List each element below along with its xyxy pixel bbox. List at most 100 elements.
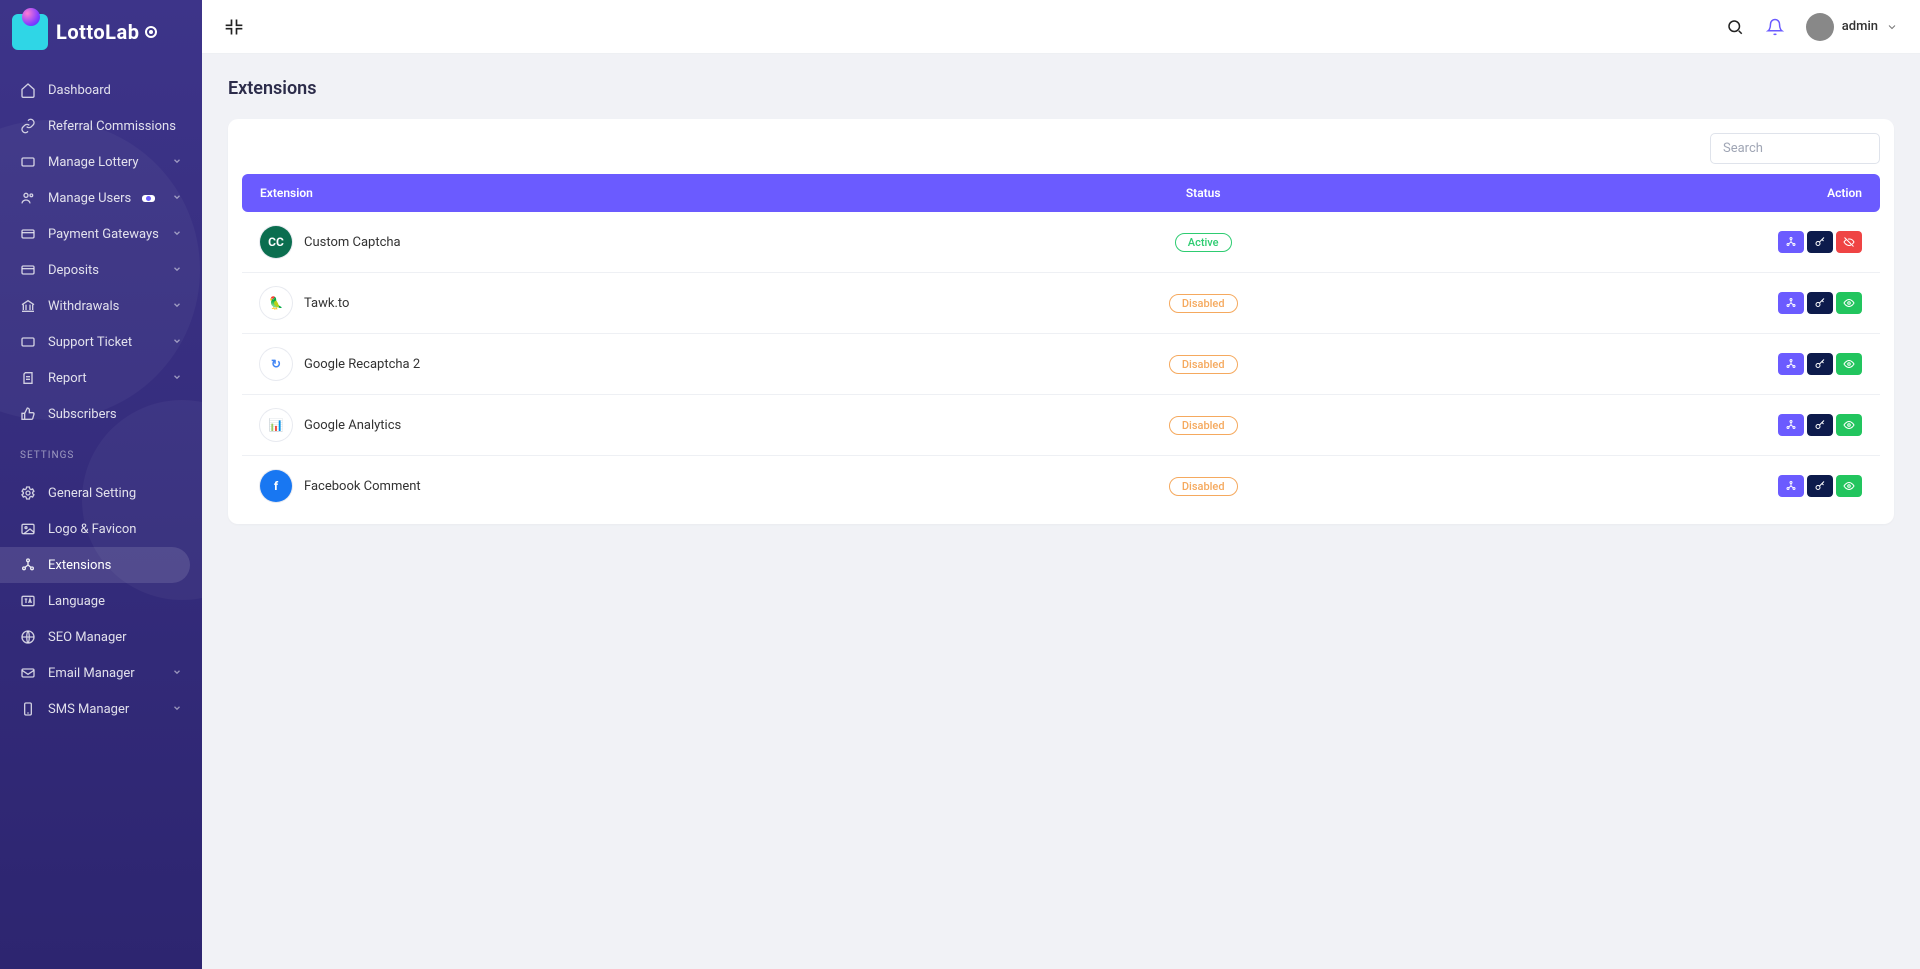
sidebar-item-label: Extensions xyxy=(48,558,111,573)
sidebar-item-report[interactable]: Report xyxy=(0,360,202,396)
extension-icon: f xyxy=(260,470,292,502)
sidebar-item-referral-commissions[interactable]: Referral Commissions xyxy=(0,108,202,144)
sidebar-item-logo-favicon[interactable]: Logo & Favicon xyxy=(0,511,202,547)
col-action: Action xyxy=(1405,174,1880,212)
thumb-icon xyxy=(20,406,36,422)
configure-button[interactable] xyxy=(1778,353,1804,375)
puzzle-icon xyxy=(20,557,36,573)
logo-dot-icon xyxy=(145,26,157,38)
card-icon xyxy=(20,262,36,278)
mail-icon xyxy=(20,665,36,681)
brand-logo[interactable]: LottoLab xyxy=(0,0,202,64)
sidebar-item-label: Logo & Favicon xyxy=(48,522,136,537)
sidebar-item-label: Payment Gateways xyxy=(48,227,159,242)
sidebar-item-extensions[interactable]: Extensions xyxy=(0,547,190,583)
status-badge: Disabled xyxy=(1169,294,1238,313)
sidebar-item-label: Support Ticket xyxy=(48,335,132,350)
sidebar-item-seo-manager[interactable]: SEO Manager xyxy=(0,619,202,655)
sidebar-item-deposits[interactable]: Deposits xyxy=(0,252,202,288)
sidebar-item-label: Subscribers xyxy=(48,407,117,422)
sidebar-item-label: Deposits xyxy=(48,263,99,278)
sidebar: LottoLab DashboardReferral CommissionsMa… xyxy=(0,0,202,969)
sidebar-item-payment-gateways[interactable]: Payment Gateways xyxy=(0,216,202,252)
chevron-down-icon xyxy=(172,155,182,170)
topbar: admin xyxy=(202,0,1920,54)
globe-icon xyxy=(20,629,36,645)
user-name: admin xyxy=(1842,19,1878,34)
table-row: ↻Google Recaptcha 2Disabled xyxy=(242,334,1880,395)
ticket-icon xyxy=(20,154,36,170)
help-button[interactable] xyxy=(1807,231,1833,253)
table-row: CCCustom CaptchaActive xyxy=(242,212,1880,273)
configure-button[interactable] xyxy=(1778,475,1804,497)
chevron-down-icon xyxy=(1886,21,1898,33)
users-icon xyxy=(20,190,36,206)
sidebar-item-label: Language xyxy=(48,594,105,609)
sidebar-item-label: Email Manager xyxy=(48,666,135,681)
sidebar-item-manage-users[interactable]: Manage Users xyxy=(0,180,202,216)
table-row: 🦜Tawk.toDisabled xyxy=(242,273,1880,334)
phone-icon xyxy=(20,701,36,717)
sidebar-item-withdrawals[interactable]: Withdrawals xyxy=(0,288,202,324)
sidebar-item-label: Manage Users xyxy=(48,191,131,206)
chevron-down-icon xyxy=(172,666,182,681)
sidebar-item-label: Report xyxy=(48,371,87,386)
sidebar-item-subscribers[interactable]: Subscribers xyxy=(0,396,202,432)
page-title: Extensions xyxy=(228,78,1894,99)
sidebar-item-language[interactable]: Language xyxy=(0,583,202,619)
image-icon xyxy=(20,521,36,537)
lang-icon xyxy=(20,593,36,609)
help-button[interactable] xyxy=(1807,414,1833,436)
enable-button[interactable] xyxy=(1836,353,1862,375)
sidebar-collapse-button[interactable] xyxy=(224,17,244,37)
chevron-down-icon xyxy=(172,371,182,386)
brand-name: LottoLab xyxy=(56,20,139,44)
sidebar-item-label: SMS Manager xyxy=(48,702,129,717)
help-button[interactable] xyxy=(1807,292,1833,314)
help-button[interactable] xyxy=(1807,353,1833,375)
sidebar-item-email-manager[interactable]: Email Manager xyxy=(0,655,202,691)
extension-icon: 📊 xyxy=(260,409,292,441)
extension-icon: ↻ xyxy=(260,348,292,380)
chevron-down-icon xyxy=(172,191,182,206)
disable-button[interactable] xyxy=(1836,231,1862,253)
chevron-down-icon xyxy=(172,335,182,350)
user-menu[interactable]: admin xyxy=(1806,13,1898,41)
extensions-card: Extension Status Action CCCustom Captcha… xyxy=(228,119,1894,524)
sidebar-item-sms-manager[interactable]: SMS Manager xyxy=(0,691,202,727)
search-icon[interactable] xyxy=(1726,18,1744,36)
enable-button[interactable] xyxy=(1836,292,1862,314)
enable-button[interactable] xyxy=(1836,475,1862,497)
bell-icon[interactable] xyxy=(1766,18,1784,36)
status-badge: Disabled xyxy=(1169,477,1238,496)
help-button[interactable] xyxy=(1807,475,1833,497)
sidebar-item-general-setting[interactable]: General Setting xyxy=(0,475,202,511)
chevron-down-icon xyxy=(172,702,182,717)
logo-icon xyxy=(12,14,48,50)
extension-icon: CC xyxy=(260,226,292,258)
extension-name: Tawk.to xyxy=(304,296,349,311)
extension-name: Google Analytics xyxy=(304,418,401,433)
status-badge: Disabled xyxy=(1169,355,1238,374)
enable-button[interactable] xyxy=(1836,414,1862,436)
chevron-down-icon xyxy=(172,299,182,314)
status-badge: Active xyxy=(1175,233,1232,252)
chevron-down-icon xyxy=(172,227,182,242)
chevron-down-icon xyxy=(172,263,182,278)
configure-button[interactable] xyxy=(1778,414,1804,436)
sidebar-item-dashboard[interactable]: Dashboard xyxy=(0,72,202,108)
table-row: f Facebook Comment Disabled xyxy=(242,456,1880,517)
sidebar-item-support-ticket[interactable]: Support Ticket xyxy=(0,324,202,360)
configure-button[interactable] xyxy=(1778,231,1804,253)
gear-icon xyxy=(20,485,36,501)
search-input[interactable] xyxy=(1710,133,1880,164)
sidebar-item-manage-lottery[interactable]: Manage Lottery xyxy=(0,144,202,180)
configure-button[interactable] xyxy=(1778,292,1804,314)
table-row: 📊 Google Analytics Disabled xyxy=(242,395,1880,456)
sidebar-item-label: SEO Manager xyxy=(48,630,127,645)
avatar xyxy=(1806,13,1834,41)
col-status: Status xyxy=(1001,174,1405,212)
link-icon xyxy=(20,118,36,134)
extension-name: Facebook Comment xyxy=(304,479,421,494)
status-badge: Disabled xyxy=(1169,416,1238,435)
